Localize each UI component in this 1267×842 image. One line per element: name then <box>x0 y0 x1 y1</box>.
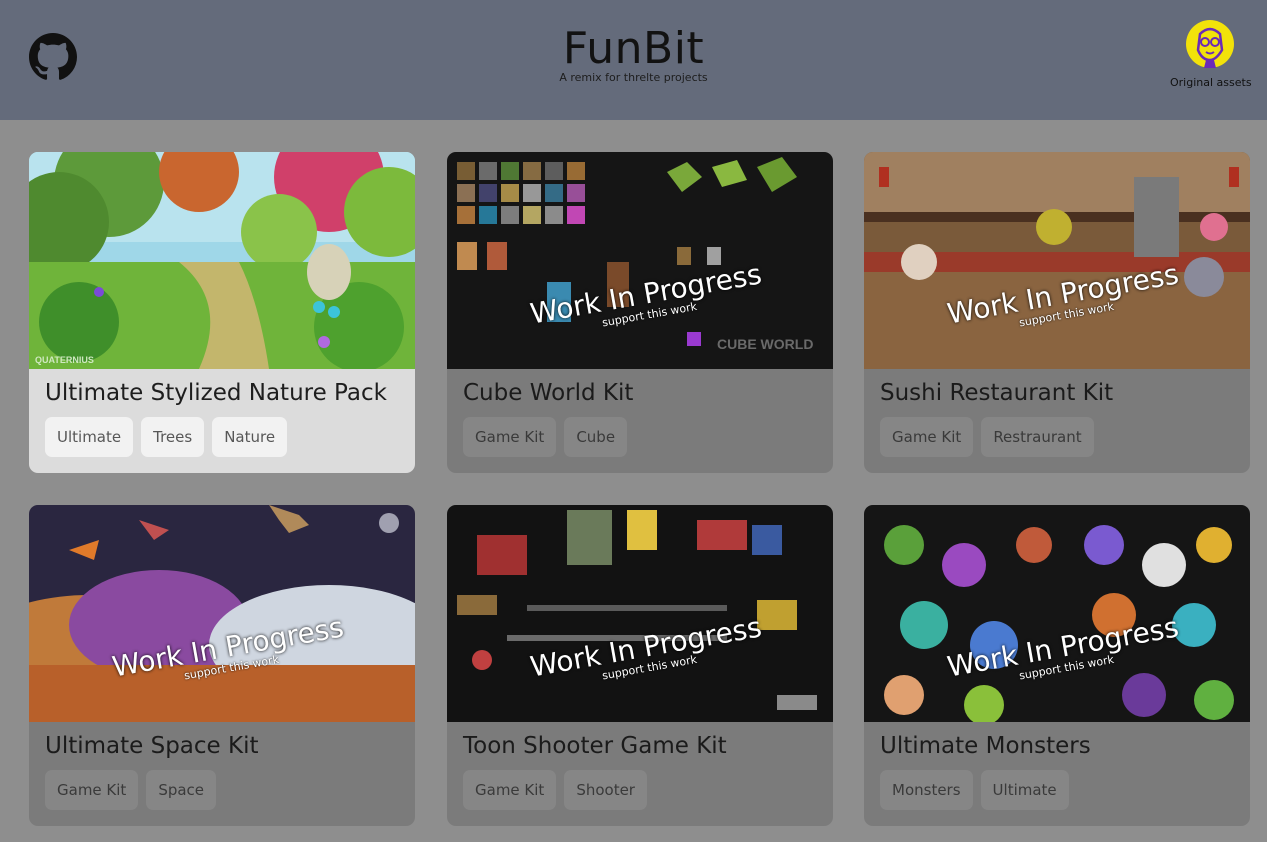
work-in-progress-overlay[interactable]: Work In Progress support this work <box>447 152 833 369</box>
tag-list: Monsters Ultimate <box>880 770 1069 810</box>
card-thumbnail: Work In Progress support this work <box>29 505 415 722</box>
card-thumbnail: Work In Progress support this work <box>864 505 1250 722</box>
work-in-progress-overlay[interactable]: Work In Progress support this work <box>447 505 833 722</box>
card-thumbnail: QUATERNIUS <box>29 152 415 369</box>
asset-card-nature[interactable]: QUATERNIUS Ultimate Stylized Nature Pack… <box>29 152 415 473</box>
site-title[interactable]: FunBit <box>0 22 1267 76</box>
tag-chip[interactable]: Nature <box>212 417 288 457</box>
tag-list: Game Kit Cube <box>463 417 628 457</box>
asset-card-sushi[interactable]: Work In Progress support this work Sushi… <box>864 152 1250 473</box>
card-title: Sushi Restaurant Kit <box>880 380 1114 406</box>
work-in-progress-overlay[interactable]: Work In Progress support this work <box>29 505 415 722</box>
asset-card-monsters[interactable]: Work In Progress support this work Ultim… <box>864 505 1250 826</box>
card-thumbnail: Work In Progress support this work <box>864 152 1250 369</box>
tag-chip[interactable]: Game Kit <box>463 417 557 457</box>
tag-list: Ultimate Trees Nature <box>45 417 288 457</box>
tag-chip[interactable]: Ultimate <box>980 770 1069 810</box>
top-header: FunBit A remix for threlte projects Orig… <box>0 0 1267 120</box>
card-thumbnail: Work In Progress support this work <box>447 505 833 722</box>
artist-avatar-icon <box>1186 20 1234 68</box>
card-title: Toon Shooter Game Kit <box>463 733 727 759</box>
original-assets-link[interactable]: Original assets <box>1170 20 1252 89</box>
tag-chip[interactable]: Game Kit <box>463 770 557 810</box>
card-title: Ultimate Space Kit <box>45 733 259 759</box>
thumbnail-watermark: QUATERNIUS <box>35 355 94 365</box>
tag-chip[interactable]: Game Kit <box>45 770 139 810</box>
tag-chip[interactable]: Game Kit <box>880 417 974 457</box>
asset-card-space[interactable]: Work In Progress support this work Ultim… <box>29 505 415 826</box>
tag-chip[interactable]: Cube <box>564 417 628 457</box>
card-title: Ultimate Monsters <box>880 733 1091 759</box>
tag-list: Game Kit Space <box>45 770 217 810</box>
tag-list: Game Kit Restraurant <box>880 417 1094 457</box>
tag-chip[interactable]: Shooter <box>564 770 647 810</box>
site-subtitle: A remix for threlte projects <box>559 71 708 84</box>
original-assets-label: Original assets <box>1170 76 1252 89</box>
work-in-progress-overlay[interactable]: Work In Progress support this work <box>864 505 1250 722</box>
asset-card-cube-world[interactable]: CUBE WORLD Work In Progress support this… <box>447 152 833 473</box>
tag-list: Game Kit Shooter <box>463 770 647 810</box>
tag-chip[interactable]: Ultimate <box>45 417 134 457</box>
tag-chip[interactable]: Restraurant <box>981 417 1094 457</box>
tag-chip[interactable]: Monsters <box>880 770 973 810</box>
work-in-progress-overlay[interactable]: Work In Progress support this work <box>864 152 1250 369</box>
asset-card-shooter[interactable]: Work In Progress support this work Toon … <box>447 505 833 826</box>
card-thumbnail: CUBE WORLD Work In Progress support this… <box>447 152 833 369</box>
brand: FunBit A remix for threlte projects <box>0 22 1267 84</box>
card-title: Cube World Kit <box>463 380 634 406</box>
card-title: Ultimate Stylized Nature Pack <box>45 380 387 406</box>
tag-chip[interactable]: Space <box>146 770 217 810</box>
tag-chip[interactable]: Trees <box>141 417 205 457</box>
